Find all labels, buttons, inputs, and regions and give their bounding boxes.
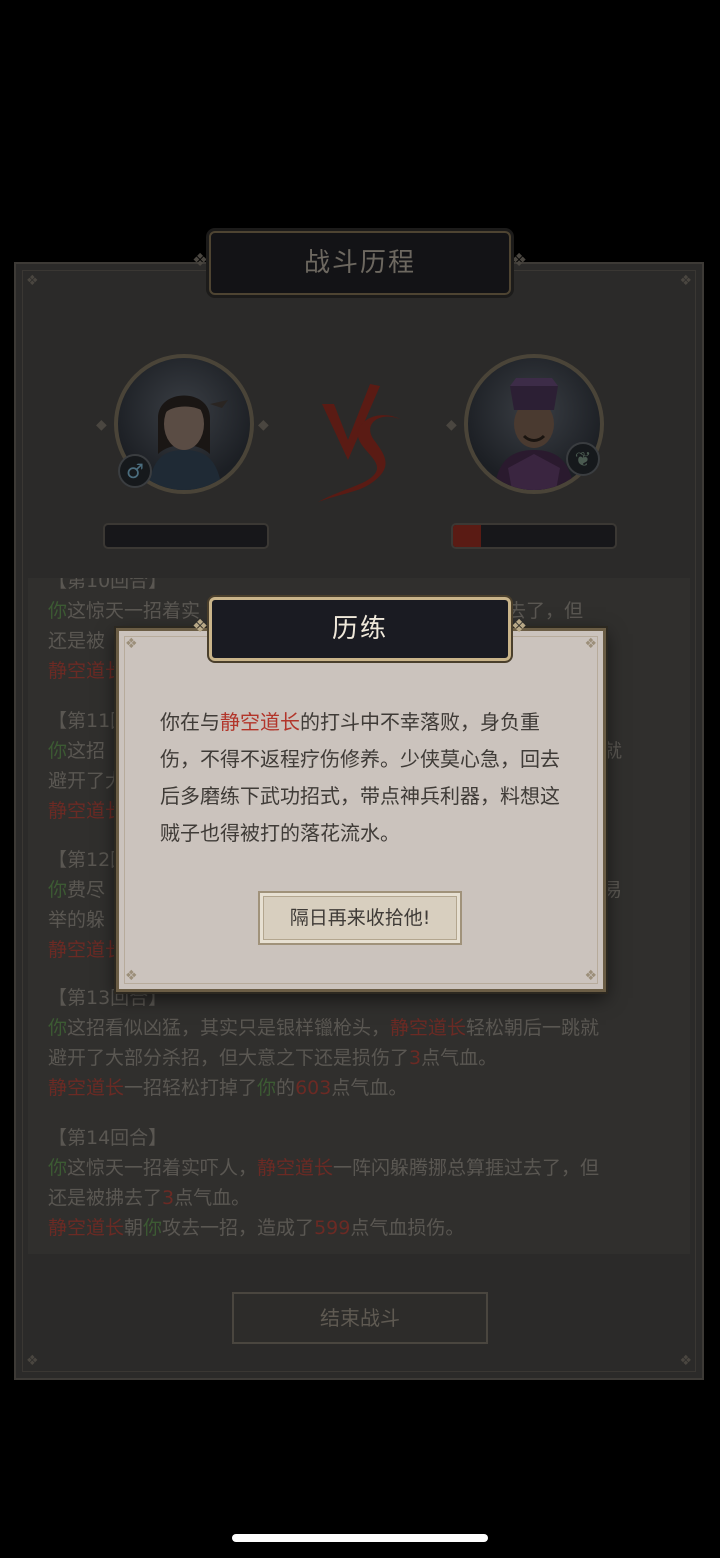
corner-ornament-icon: ❖ — [125, 636, 138, 652]
corner-ornament-icon: ❖ — [26, 1353, 39, 1369]
enemy-name: 静空道长 — [220, 710, 300, 734]
end-battle-button[interactable]: 结束战斗 — [232, 1292, 488, 1344]
round-header: 【第14回合】 — [48, 1127, 168, 1149]
log-line: 静空道长朝你攻去一招，造成了599点气血损伤。 — [48, 1217, 465, 1239]
battle-title: 战斗历程 — [303, 248, 416, 278]
log-round: 【第13回合】 你这招看似凶猛，其实只是银样镴枪头，静空道长轻松朝后一跳就 避开… — [48, 983, 673, 1103]
vs-emblem-icon — [318, 384, 402, 502]
dialog-message: 你在与静空道长的打斗中不幸落败，身负重伤，不得不返程疗伤修养。少侠莫心急，回去后… — [160, 710, 560, 845]
log-round: 【第14回合】 你这惊天一招着实吓人，静空道长一阵闪躲腾挪总算捱过去了，但 还是… — [48, 1123, 673, 1243]
battle-title-plate: 战斗历程 — [209, 231, 511, 295]
corner-ornament-icon: ❖ — [584, 636, 597, 652]
corner-ornament-icon: ❖ — [125, 968, 138, 984]
dialog-title: 历练 — [331, 614, 388, 644]
corner-ornament-icon: ❖ — [584, 968, 597, 984]
corner-ornament-icon: ❖ — [26, 273, 39, 289]
corner-ornament-icon: ❖ — [679, 273, 692, 289]
log-line: 你这惊天一招着实吓人，静空道长一阵闪躲腾挪总算捱过去了，但 — [48, 1157, 600, 1179]
log-line: 你这招看似凶猛，其实只是银样镴枪头，静空道长轻松朝后一跳就 — [48, 1017, 600, 1039]
round-header: 【第10回合】 — [48, 578, 168, 592]
dialog-title-plate: 历练 — [209, 597, 511, 661]
enemy-hp-fill — [453, 525, 481, 547]
dismiss-button[interactable]: 隔日再来收拾他! — [258, 891, 462, 945]
log-line: 避开了大部分杀招，但大意之下还是损伤了3点气血。 — [48, 1047, 498, 1069]
title-ornament-right-icon: ❖ — [511, 250, 528, 271]
corner-ornament-icon: ❖ — [679, 1353, 692, 1369]
title-ornament-left-icon: ❖ — [192, 250, 209, 271]
log-line: 还是被拂去了3点气血。 — [48, 1187, 251, 1209]
log-line: 静空道长一招轻松打掉了你的603点气血。 — [48, 1077, 408, 1099]
leaf-icon: ❦ — [566, 442, 600, 476]
enemy-hp-bar — [451, 523, 617, 549]
portrait-ornament-icon: ◆ — [446, 417, 457, 433]
player-hp-bar — [103, 523, 269, 549]
portrait-ornament-icon: ◆ — [96, 417, 107, 433]
title-ornament-left-icon: ❖ — [192, 616, 209, 637]
home-indicator[interactable] — [232, 1534, 488, 1542]
portrait-ornament-icon: ◆ — [258, 417, 269, 433]
title-ornament-right-icon: ❖ — [511, 616, 528, 637]
gender-male-icon: ♂ — [118, 454, 152, 488]
